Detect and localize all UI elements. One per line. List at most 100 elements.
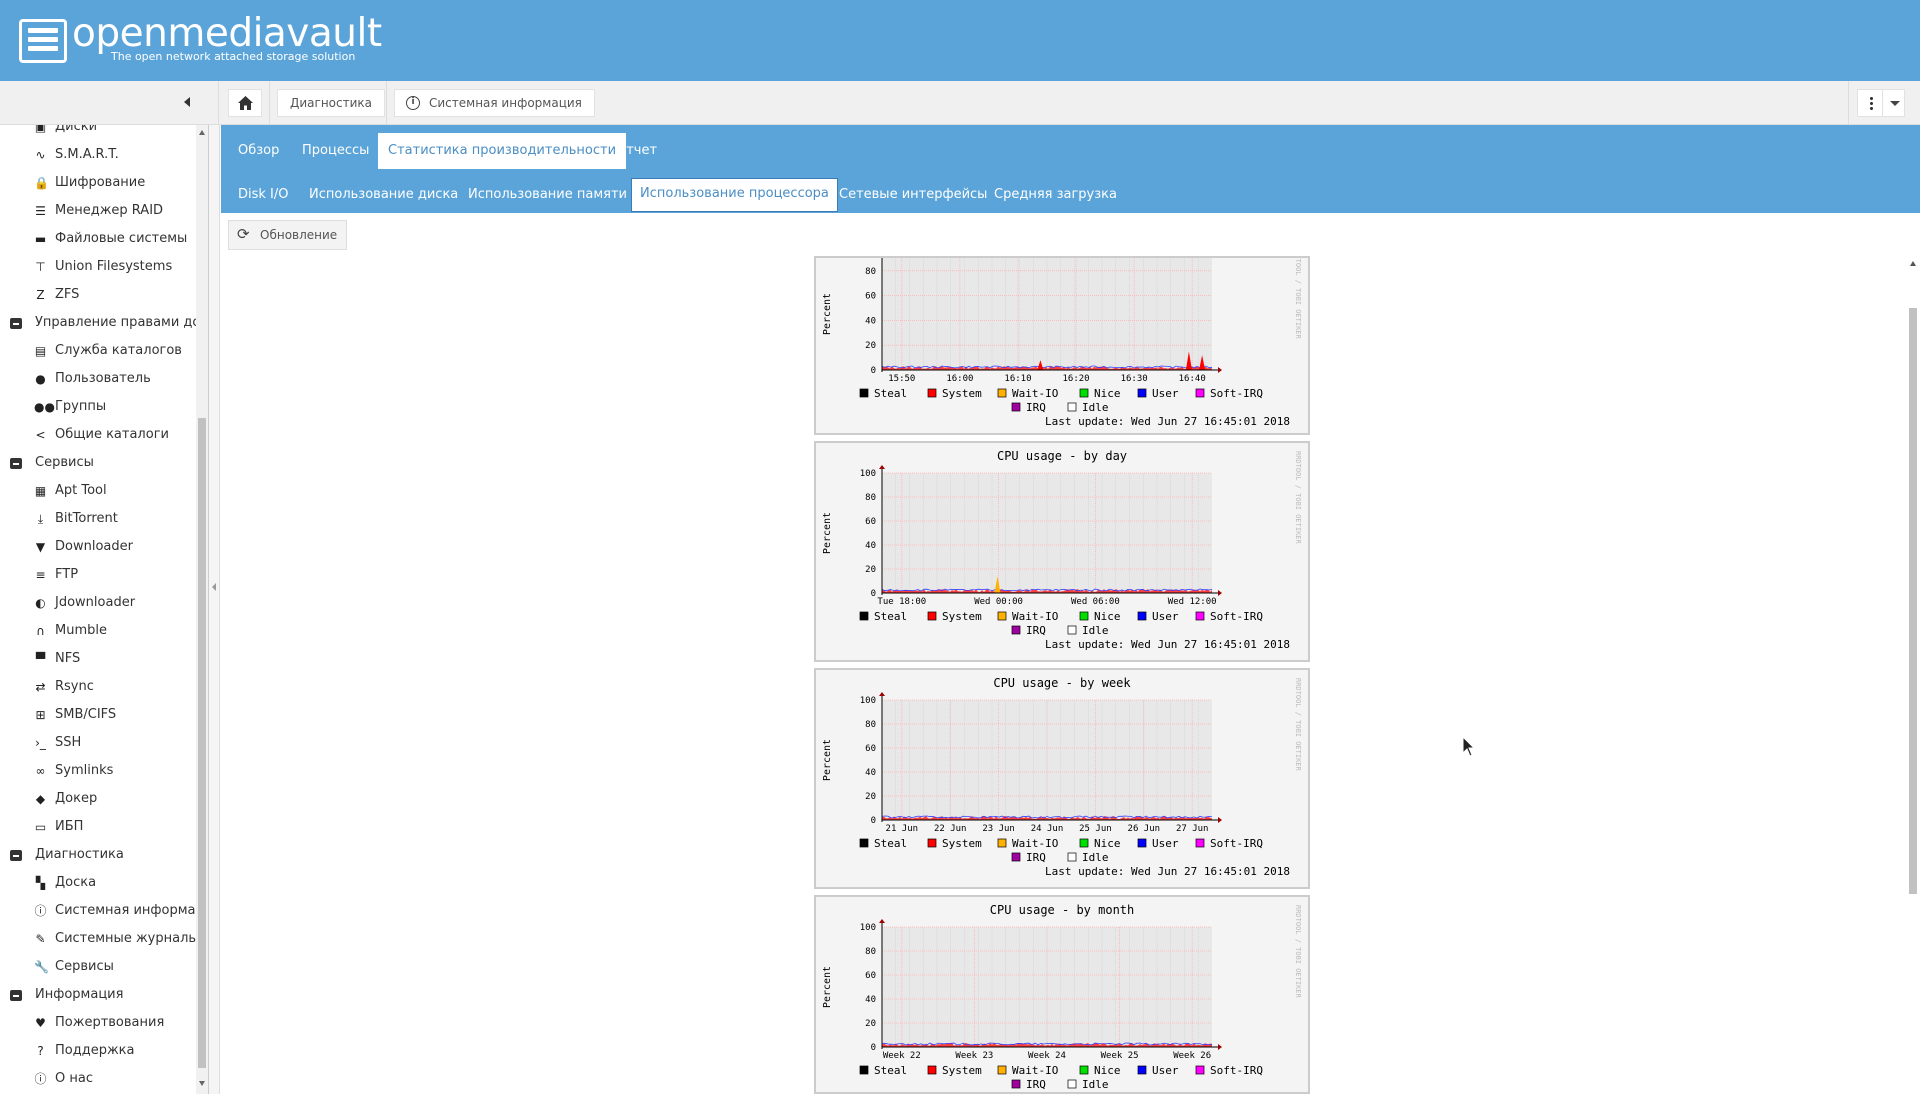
zfs-icon: Z — [36, 288, 45, 302]
cpu-usage-chart: CPU usage - by month Week 22 Week 23 Week 2… — [822, 903, 1302, 1091]
sidebar-group[interactable]: Информация — [0, 981, 196, 1009]
subtab-disk-io[interactable]: Disk I/O — [230, 179, 297, 211]
sidebar-item[interactable]: ∞ Symlinks — [0, 757, 196, 785]
sidebar-item[interactable]: ▤ Служба каталогов — [0, 337, 196, 365]
sidebar-item[interactable]: ∩ Mumble — [0, 617, 196, 645]
sidebar-group[interactable]: Сервисы — [0, 449, 196, 477]
y-tick-label: 0 — [871, 816, 876, 826]
legend-label: Nice — [1094, 387, 1121, 400]
legend-label: User — [1152, 610, 1179, 623]
sidebar-item[interactable]: ▣ Диски — [0, 125, 196, 141]
y-tick-label: 0 — [871, 589, 876, 599]
legend-swatch — [927, 611, 937, 621]
sidebar-item-label: BitTorrent — [55, 511, 118, 526]
sidebar-scrollbar-thumb[interactable] — [198, 418, 206, 1068]
collapse-sidebar-button[interactable] — [172, 81, 202, 125]
sidebar-item-label: Downloader — [55, 539, 133, 554]
tab-performance-statistics[interactable]: Статистика производительности — [378, 133, 627, 169]
subtab-disk-usage[interactable]: Использование диска — [301, 179, 466, 211]
legend-swatch — [997, 388, 1007, 398]
cpu-graph-week: CPU usage - by week 21 Jun 22 Jun 23 Jun 24 … — [814, 668, 1310, 889]
apt-icon: ▦ — [34, 484, 47, 498]
cpu-graph-hour: 15:50 16:00 16:10 16:20 16:30 16:40 0 20 40 60 80 P… — [814, 256, 1310, 435]
sidebar-item[interactable]: ◐ Jdownloader — [0, 589, 196, 617]
sidebar-group[interactable]: Управление правами доступа — [0, 309, 196, 337]
sidebar-item[interactable]: ▬ Файловые системы — [0, 225, 196, 253]
sidebar-item[interactable]: ▼ Downloader — [0, 533, 196, 561]
sidebar-item[interactable]: ◆ Докер — [0, 785, 196, 813]
y-tick-label: 100 — [860, 923, 876, 933]
download-box-icon: ▼ — [35, 540, 46, 554]
refresh-button[interactable]: ⟳ Обновление — [228, 220, 347, 250]
sidebar-item[interactable]: ♥ Пожертвования — [0, 1009, 196, 1037]
breadcrumb-system-information[interactable]: i Системная информация — [394, 89, 595, 117]
sidebar-item[interactable]: 🔒 Шифрование — [0, 169, 196, 197]
sidebar-group[interactable]: Диагностика — [0, 841, 196, 869]
legend-label: IRQ — [1026, 1078, 1046, 1091]
sidebar-item[interactable]: ≡ FTP — [0, 561, 196, 589]
sidebar-item[interactable]: ›_ SSH — [0, 729, 196, 757]
tab-overview[interactable]: Обзор — [228, 133, 289, 169]
subtab-memory-usage[interactable]: Использование памяти — [460, 179, 635, 211]
main-scrollbar[interactable] — [1906, 260, 1920, 1094]
legend-label: Nice — [1094, 1064, 1121, 1077]
sidebar-item[interactable]: ⤓ BitTorrent — [0, 505, 196, 533]
sidebar-item[interactable]: ▦ Apt Tool — [0, 477, 196, 505]
legend-swatch — [859, 388, 869, 398]
scroll-up-arrow-icon[interactable] — [199, 130, 205, 135]
y-axis-arrow-icon — [879, 692, 885, 696]
collapse-minus-icon[interactable] — [10, 458, 22, 469]
sidebar-item[interactable]: ✎ Системные журналы — [0, 925, 196, 953]
scroll-up-arrow-icon[interactable] — [1910, 261, 1916, 266]
sidebar-item-label: ИБП — [55, 819, 84, 834]
x-tick-label: 22 Jun — [934, 824, 967, 834]
collapse-minus-icon[interactable] — [10, 990, 22, 1001]
x-tick-label: Week 25 — [1101, 1051, 1139, 1061]
terminal-icon: ›_ — [35, 736, 46, 750]
sidebar-item-label: NFS — [55, 651, 81, 666]
main-scrollbar-thumb[interactable] — [1909, 308, 1917, 894]
sidebar-item[interactable]: ☰ Менеджер RAID — [0, 197, 196, 225]
subtab-network-interfaces[interactable]: Сетевые интерфейсы — [831, 179, 995, 211]
tab-report[interactable]: Отчет — [606, 133, 667, 169]
legend-swatch — [1011, 852, 1021, 862]
sidebar-item[interactable]: ●● Группы — [0, 393, 196, 421]
sidebar-item-label: Mumble — [55, 623, 107, 638]
scroll-down-arrow-icon[interactable] — [199, 1081, 205, 1086]
tab-processes[interactable]: Процессы — [292, 133, 379, 169]
more-menu-button[interactable] — [1857, 89, 1905, 117]
legend-label: Wait-IO — [1012, 610, 1058, 623]
breadcrumb-diagnostics[interactable]: Диагностика — [277, 89, 386, 117]
legend-label: System — [942, 610, 982, 623]
sidebar-item[interactable]: ▭ ИБП — [0, 813, 196, 841]
sidebar-item[interactable]: ▀ NFS — [0, 645, 196, 673]
sidebar-item-label: Пользователь — [55, 371, 151, 386]
collapse-minus-icon[interactable] — [10, 318, 22, 329]
sidebar-item[interactable]: ● Пользователь — [0, 365, 196, 393]
subtab-cpu-usage[interactable]: Использование процессора — [631, 178, 838, 212]
sidebar-item[interactable]: ? Поддержка — [0, 1037, 196, 1065]
question-circle-icon: ? — [37, 1044, 44, 1058]
sidebar-item[interactable]: ⊤ Union Filesystems — [0, 253, 196, 281]
legend-swatch — [1079, 611, 1089, 621]
sidebar-item[interactable]: ⓘ О нас — [0, 1065, 196, 1093]
subtab-load-average[interactable]: Средняя загрузка — [986, 179, 1125, 211]
home-icon — [238, 96, 253, 110]
sidebar-item[interactable]: Z ZFS — [0, 281, 196, 309]
sidebar-splitter[interactable] — [209, 125, 220, 1094]
y-tick-label: 60 — [865, 971, 876, 981]
home-button[interactable] — [228, 89, 262, 117]
sidebar-item[interactable]: < Общие каталоги — [0, 421, 196, 449]
sidebar-item[interactable]: ▚ Доска — [0, 869, 196, 897]
sidebar-item[interactable]: 🔧 Сервисы — [0, 953, 196, 981]
sidebar-scrollbar[interactable] — [196, 125, 208, 1094]
legend-swatch — [859, 611, 869, 621]
sidebar-item[interactable]: ∿ S.M.A.R.T. — [0, 141, 196, 169]
chart-title: CPU usage - by week — [993, 676, 1131, 690]
legend-swatch — [1079, 1065, 1089, 1075]
collapse-minus-icon[interactable] — [10, 850, 22, 861]
sidebar-item[interactable]: ⓘ Системная информация — [0, 897, 196, 925]
sidebar-item[interactable]: ⊞ SMB/CIFS — [0, 701, 196, 729]
y-axis-label: Percent — [822, 293, 833, 335]
sidebar-item[interactable]: ⇄ Rsync — [0, 673, 196, 701]
